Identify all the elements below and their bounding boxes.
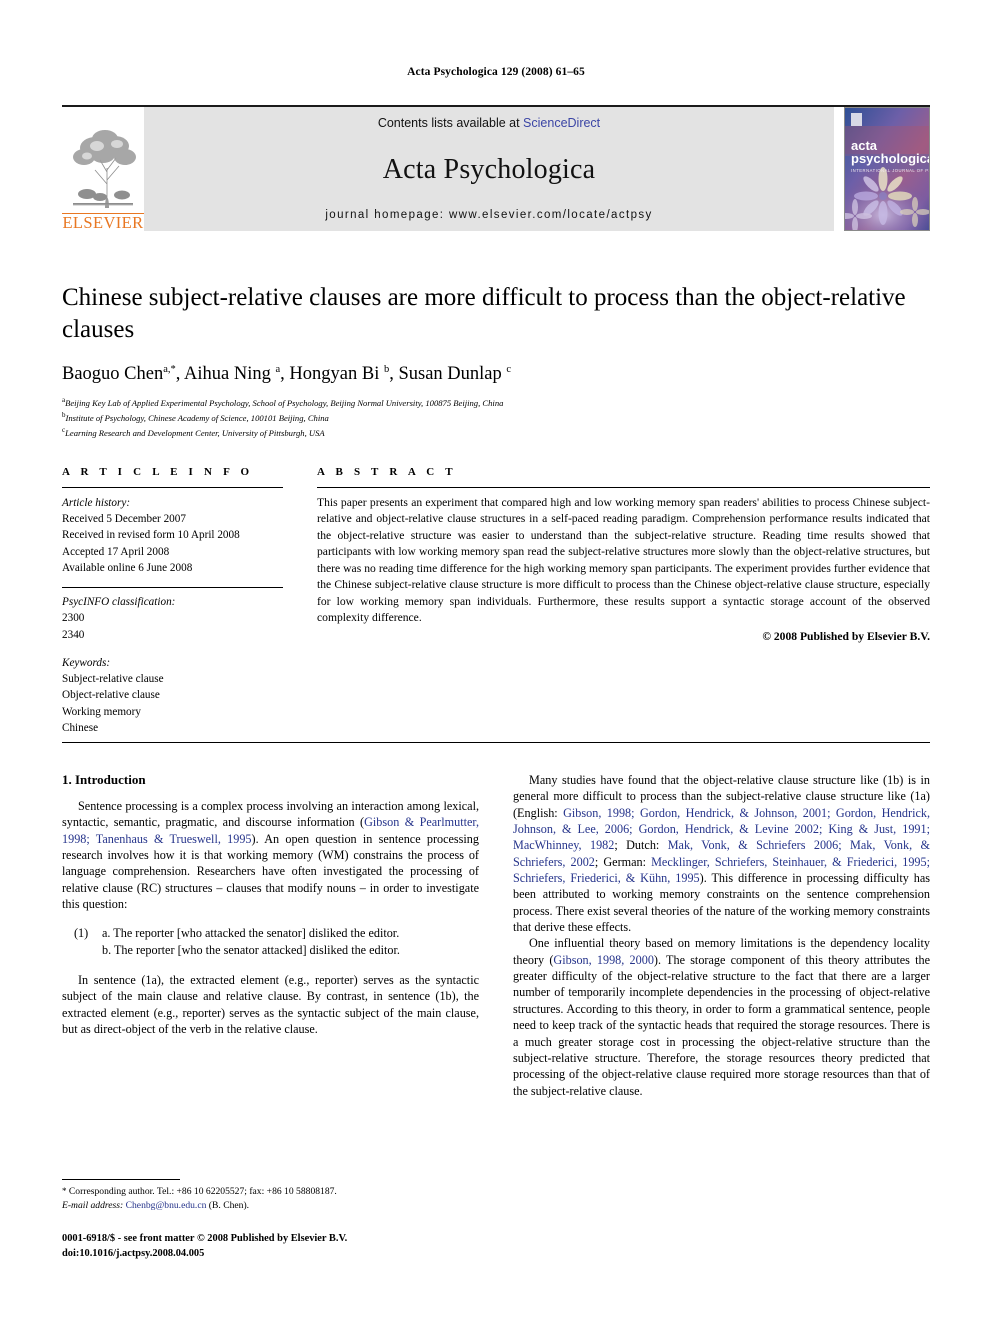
email-link[interactable]: Chenbg@bnu.edu.cn: [126, 1200, 207, 1211]
journal-cover-artwork: acta psychologica INTERNATIONAL JOURNAL …: [845, 108, 929, 230]
paragraph: Sentence processing is a complex process…: [62, 798, 479, 912]
example-sentence-b: b. The reporter [who the senator attacke…: [102, 942, 400, 957]
paragraph: In sentence (1a), the extracted element …: [62, 973, 479, 1037]
divider: [317, 487, 930, 488]
title-block: Chinese subject-relative clauses are mor…: [62, 282, 930, 440]
article-history-item: Accepted 17 April 2008: [62, 545, 170, 558]
corresponding-author-note: * Corresponding author. Tel.: +86 10 622…: [62, 1185, 479, 1199]
journal-masthead: ELSEVIER Contents lists available at Sci…: [62, 105, 930, 231]
affiliation-item: bInstitute of Psychology, Chinese Academ…: [62, 410, 930, 425]
elsevier-wordmark: ELSEVIER: [62, 212, 144, 232]
article-info-column: A R T I C L E I N F O Article history: R…: [62, 466, 305, 736]
article-history-item: Received 5 December 2007: [62, 513, 186, 526]
elsevier-logo: ELSEVIER: [62, 107, 144, 231]
contents-lists-line: Contents lists available at ScienceDirec…: [378, 116, 600, 130]
keyword-item: Working memory: [62, 705, 141, 718]
body-columns: 1. Introduction Sentence processing is a…: [62, 772, 930, 1099]
divider: [62, 587, 283, 589]
imprint-block: 0001-6918/$ - see front matter © 2008 Pu…: [62, 1232, 532, 1262]
email-note: E-mail address: Chenbg@bnu.edu.cn (B. Ch…: [62, 1199, 479, 1213]
doi-line[interactable]: doi:10.1016/j.actpsy.2008.04.005: [62, 1247, 532, 1262]
article-history-label: Article history:: [62, 497, 131, 509]
contents-prefix: Contents lists available at: [377, 116, 524, 130]
footnote-marker: *: [62, 1186, 67, 1196]
body-column-left: 1. Introduction Sentence processing is a…: [62, 772, 479, 1099]
journal-title: Acta Psychologica: [382, 153, 596, 185]
paragraph-text: ; German:: [594, 854, 652, 869]
cover-subtitle: INTERNATIONAL JOURNAL OF PSYCHONOMICS: [851, 168, 929, 173]
abstract-copyright: © 2008 Published by Elsevier B.V.: [762, 629, 930, 643]
abstract-text: This paper presents an experiment that c…: [317, 496, 930, 625]
divider: [62, 487, 283, 488]
email-owner: (B. Chen).: [208, 1200, 250, 1211]
affiliation-item: aBeijing Key Lab of Applied Experimental…: [62, 395, 930, 410]
paragraph-text: ). The storage component of this theory …: [513, 952, 930, 1098]
paper-page: Acta Psychologica 129 (2008) 61–65 ELSEV…: [0, 0, 992, 1323]
affiliation-text: Institute of Psychology, Chinese Academy…: [65, 412, 329, 423]
keyword-item: Object-relative clause: [62, 689, 160, 702]
page-title: Chinese subject-relative clauses are mor…: [62, 284, 906, 343]
citation-link[interactable]: Gibson, 1998, 2000: [553, 953, 654, 967]
example-number: (1): [74, 926, 89, 941]
article-history-item: Available online 6 June 2008: [62, 561, 193, 574]
journal-cover-thumbnail: acta psychologica INTERNATIONAL JOURNAL …: [844, 107, 930, 231]
example-sentence-a: a. The reporter [who attacked the senato…: [102, 926, 400, 941]
psycinfo-label: PsycINFO classification:: [62, 596, 176, 609]
masthead-banner: Contents lists available at ScienceDirec…: [144, 107, 834, 231]
keyword-item: Subject-relative clause: [62, 673, 164, 686]
issn-front-matter: 0001-6918/$ - see front matter © 2008 Pu…: [62, 1233, 348, 1244]
paragraph: One influential theory based on memory l…: [513, 935, 930, 1098]
affiliation-item: cLearning Research and Development Cente…: [62, 425, 930, 440]
psycinfo-code: 2340: [62, 628, 85, 641]
divider: [62, 1179, 180, 1180]
elsevier-tree-icon: [73, 129, 136, 208]
email-label: E-mail address:: [62, 1200, 124, 1211]
running-head: Acta Psychologica 129 (2008) 61–65: [407, 66, 585, 78]
article-info-heading: A R T I C L E I N F O: [62, 466, 254, 478]
affiliation-list: aBeijing Key Lab of Applied Experimental…: [62, 395, 930, 440]
example-block: (1) a. The reporter [who attacked the se…: [62, 925, 479, 958]
affiliation-text: Learning Research and Development Center…: [65, 427, 325, 438]
info-abstract-region: A R T I C L E I N F O Article history: R…: [62, 466, 930, 736]
divider: [62, 742, 930, 743]
abstract-column: A B S T R A C T This paper presents an e…: [305, 466, 930, 736]
journal-homepage-line[interactable]: journal homepage: www.elsevier.com/locat…: [325, 209, 652, 221]
paragraph: Many studies have found that the object-…: [513, 772, 930, 935]
body-column-right: Many studies have found that the object-…: [513, 772, 930, 1099]
sciencedirect-link[interactable]: ScienceDirect: [523, 116, 600, 130]
author-list: Baoguo Chena,*, Aihua Ning a, Hongyan Bi…: [62, 364, 512, 385]
footnote-block: * Corresponding author. Tel.: +86 10 622…: [62, 1179, 479, 1213]
paragraph-text: ; Dutch:: [614, 838, 668, 853]
article-history-item: Received in revised form 10 April 2008: [62, 529, 240, 542]
keywords-label: Keywords:: [62, 656, 111, 669]
cover-title-line2: psychologica: [851, 151, 929, 166]
section-heading-introduction: 1. Introduction: [62, 772, 146, 787]
keyword-item: Chinese: [62, 721, 99, 734]
psycinfo-code: 2300: [62, 612, 85, 625]
corresponding-author-text: Corresponding author. Tel.: +86 10 62205…: [68, 1186, 337, 1197]
example-item: (1) a. The reporter [who attacked the se…: [74, 925, 479, 941]
affiliation-text: Beijing Key Lab of Applied Experimental …: [65, 398, 504, 409]
abstract-heading: A B S T R A C T: [317, 466, 457, 478]
